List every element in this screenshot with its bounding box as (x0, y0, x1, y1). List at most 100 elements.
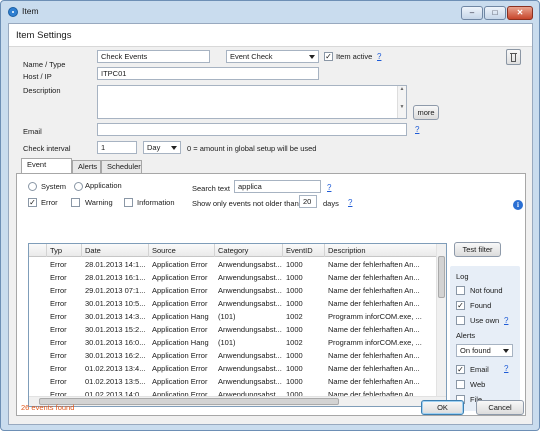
information-label: Information (137, 198, 175, 207)
grid-horizontal-scrollbar[interactable] (29, 396, 446, 406)
help-link-email[interactable]: ? (415, 125, 419, 134)
help-link-email-alert[interactable]: ? (504, 364, 508, 373)
table-cell: Anwendungsabst... (218, 260, 282, 269)
table-row[interactable]: Error 01.02.2013 13:5... Application Error… (29, 375, 437, 388)
table-cell: Name der fehlerhaften An... (328, 351, 420, 360)
tab-event-check[interactable]: Event Check (21, 158, 72, 181)
more-button[interactable]: more (413, 105, 439, 120)
events-grid[interactable]: Typ Date Source Category EventID Descrip… (28, 243, 447, 407)
help-link-use-own[interactable]: ? (504, 316, 508, 325)
table-row[interactable]: Error 30.01.2013 15:2... Application Error… (29, 323, 437, 336)
table-cell: Error (50, 325, 67, 334)
help-link-search[interactable]: ? (327, 183, 331, 192)
delete-icon[interactable] (506, 49, 521, 65)
title-bar[interactable]: Item – □ ✕ (1, 1, 539, 25)
email-alert-checkbox[interactable]: ✓ (456, 365, 465, 374)
name-input[interactable]: Check Events (97, 50, 210, 63)
table-cell: 01.02.2013 13:4... (85, 364, 146, 373)
table-row[interactable]: Error 30.01.2013 14:3... Application Hang (… (29, 310, 437, 323)
table-cell: 1000 (286, 273, 303, 282)
log-alerts-group: Log Not found ✓ Found Use own ? Alerts O… (450, 266, 520, 411)
table-row[interactable]: Error 29.01.2013 07:1... Application Error… (29, 284, 437, 297)
use-own-checkbox[interactable] (456, 316, 465, 325)
error-checkbox[interactable]: ✓ (28, 198, 37, 207)
table-cell: (101) (218, 312, 236, 321)
column-header[interactable]: Date (82, 244, 149, 257)
column-header[interactable]: Category (215, 244, 283, 257)
table-cell: Anwendungsabst... (218, 325, 282, 334)
days-label: days (323, 199, 339, 208)
log-title: Log (456, 272, 469, 281)
not-found-checkbox[interactable] (456, 286, 465, 295)
description-scrollbar[interactable]: ▲ ▼ (397, 86, 406, 118)
maximize-button[interactable]: □ (484, 6, 506, 20)
older-than-input[interactable]: 20 (299, 195, 317, 208)
tab-alerts[interactable]: Alerts (72, 160, 101, 173)
column-header[interactable]: Source (149, 244, 215, 257)
application-radio[interactable] (74, 182, 83, 191)
column-header[interactable]: Typ (47, 244, 82, 257)
item-active-checkbox[interactable]: ✓ (324, 52, 333, 61)
info-icon[interactable]: i (513, 200, 523, 210)
table-cell: Application Error (152, 273, 208, 282)
tab-scheduler[interactable]: Scheduler (101, 160, 142, 173)
type-select[interactable]: Event Check (226, 50, 319, 63)
help-link-item-active[interactable]: ? (377, 52, 381, 61)
status-text: 26 events found (21, 403, 75, 412)
alert-mode-select[interactable]: On found (456, 344, 513, 357)
table-cell: Error (50, 286, 67, 295)
table-cell: 29.01.2013 07:1... (85, 286, 146, 295)
table-cell: 1002 (286, 338, 303, 347)
ok-button[interactable]: OK (421, 400, 464, 415)
table-row[interactable]: Error 30.01.2013 16:0... Application Hang (… (29, 336, 437, 349)
interval-unit-select[interactable]: Day (143, 141, 181, 154)
column-header[interactable] (29, 244, 47, 257)
event-check-panel: System Application Search text applica ?… (16, 173, 526, 416)
table-cell: 1000 (286, 299, 303, 308)
alerts-title: Alerts (456, 331, 476, 340)
email-input[interactable] (97, 123, 407, 136)
table-cell: 1000 (286, 377, 303, 386)
host-input[interactable]: ITPC01 (97, 67, 319, 80)
found-checkbox[interactable]: ✓ (456, 301, 465, 310)
table-cell: Error (50, 377, 67, 386)
found-label: Found (470, 301, 492, 310)
search-text-input[interactable]: applica (234, 180, 321, 193)
email-alert-label: Email (470, 365, 489, 374)
close-button[interactable]: ✕ (507, 6, 533, 20)
table-cell: Application Error (152, 260, 208, 269)
table-cell: Application Error (152, 351, 208, 360)
table-row[interactable]: Error 28.01.2013 16:1... Application Error… (29, 271, 437, 284)
table-cell: Application Error (152, 377, 208, 386)
help-link-days[interactable]: ? (348, 198, 352, 207)
error-label: Error (41, 198, 58, 207)
app-icon (8, 7, 18, 17)
web-alert-checkbox[interactable] (456, 380, 465, 389)
cancel-button[interactable]: Cancel (476, 400, 524, 415)
warning-checkbox[interactable] (71, 198, 80, 207)
minimize-button[interactable]: – (461, 6, 483, 20)
column-header[interactable]: Description (325, 244, 437, 257)
table-cell: 30.01.2013 10:5... (85, 299, 146, 308)
system-radio[interactable] (28, 182, 37, 191)
table-cell: Application Hang (152, 312, 209, 321)
warning-label: Warning (85, 198, 113, 207)
test-filter-button[interactable]: Test filter (454, 242, 501, 257)
description-textarea[interactable] (97, 85, 407, 119)
table-cell: Error (50, 351, 67, 360)
table-row[interactable]: Error 30.01.2013 16:2... Application Error… (29, 349, 437, 362)
interval-input[interactable]: 1 (97, 141, 137, 154)
table-row[interactable]: Error 30.01.2013 10:5... Application Error… (29, 297, 437, 310)
table-cell: Programm inforCOM.exe, ... (328, 312, 422, 321)
column-header[interactable]: EventID (283, 244, 325, 257)
use-own-label: Use own (470, 316, 500, 325)
table-cell: 28.01.2013 16:1... (85, 273, 146, 282)
grid-header: Typ Date Source Category EventID Descrip… (29, 244, 437, 257)
grid-vertical-scrollbar[interactable] (436, 244, 446, 397)
settings-header: Item Settings (9, 24, 532, 47)
table-cell: Application Error (152, 325, 208, 334)
table-row[interactable]: Error 28.01.2013 14:1... Application Error… (29, 258, 437, 271)
table-cell: Anwendungsabst... (218, 286, 282, 295)
information-checkbox[interactable] (124, 198, 133, 207)
table-row[interactable]: Error 01.02.2013 13:4... Application Error… (29, 362, 437, 375)
